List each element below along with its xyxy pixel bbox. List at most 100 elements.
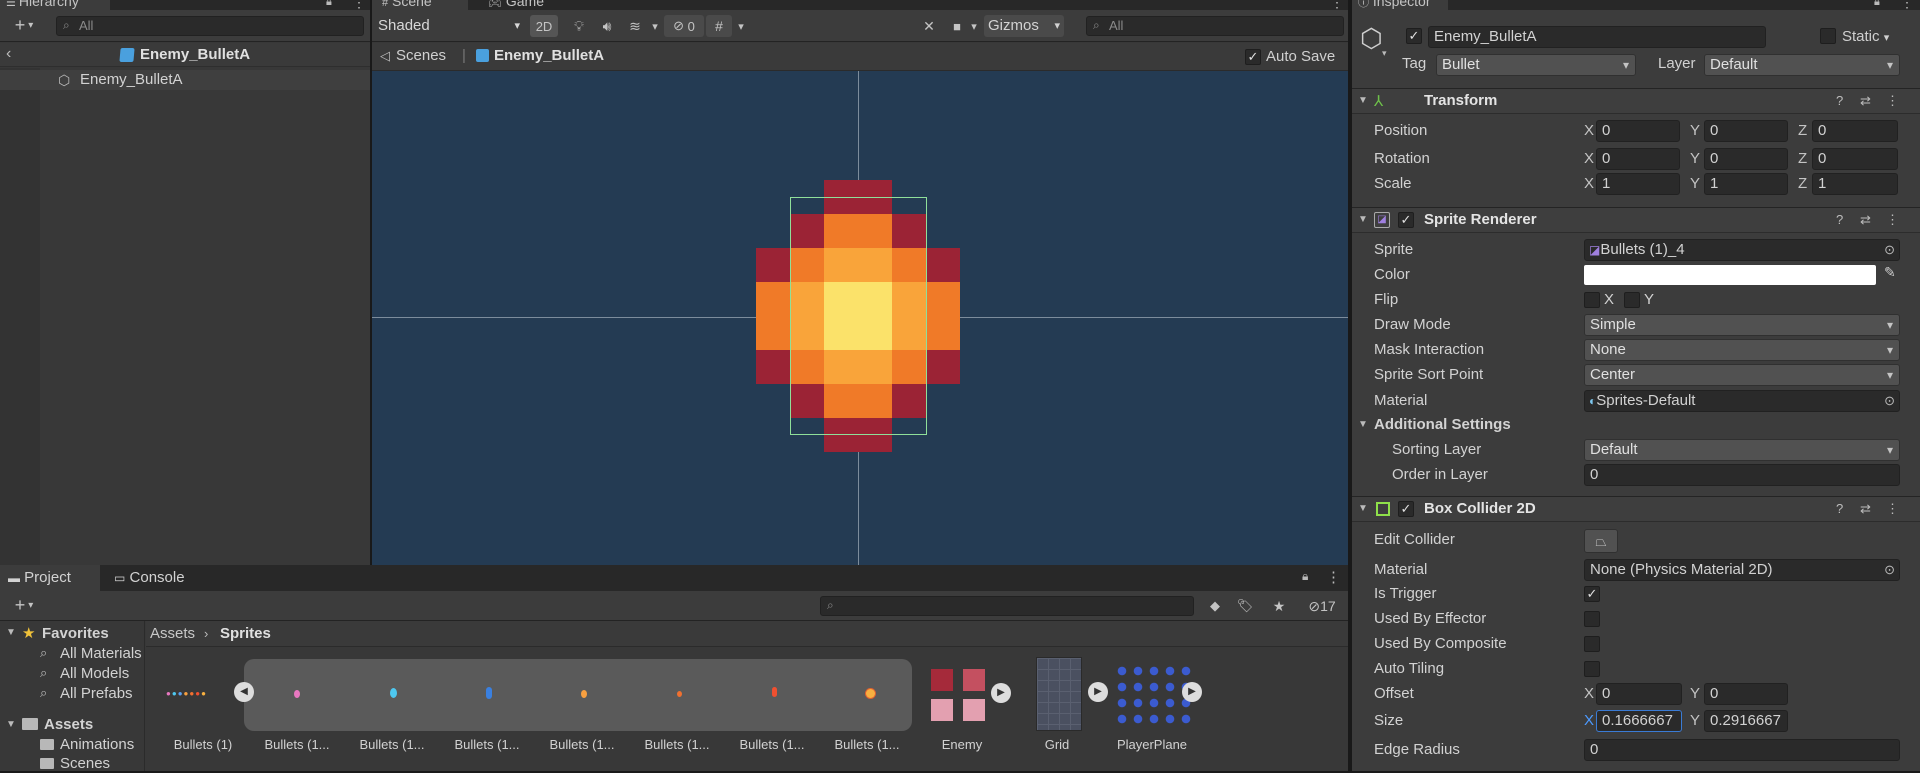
tab-hierarchy[interactable]: ☰ Hierarchy xyxy=(0,0,110,10)
label-icon[interactable]: 🏷︎ xyxy=(1232,595,1258,617)
asset-label[interactable]: Bullets (1... xyxy=(537,737,627,753)
breadcrumb-assets[interactable]: Assets xyxy=(150,625,195,643)
foldout-arrow-icon[interactable]: ▼ xyxy=(1358,503,1368,514)
rotation-z-field[interactable]: 0 xyxy=(1812,148,1898,170)
more-menu-icon[interactable]: ⋮ xyxy=(1900,0,1914,11)
used-by-composite-checkbox[interactable] xyxy=(1584,636,1600,652)
add-button[interactable]: + ▾ xyxy=(6,15,42,35)
preset-icon[interactable]: ⇄ xyxy=(1860,496,1871,522)
grid-snap-icon[interactable]: # xyxy=(706,15,732,37)
chevron-down-icon[interactable]: ▾ xyxy=(968,15,980,37)
x-axis-label[interactable]: X xyxy=(1584,173,1594,195)
asset-thumb-grid[interactable] xyxy=(1036,657,1082,731)
foldout-arrow-icon[interactable]: ▼ xyxy=(1358,419,1368,430)
tab-inspector[interactable]: ⓘ Inspector xyxy=(1352,0,1448,10)
static-dropdown[interactable]: Static ▾ xyxy=(1842,26,1889,48)
y-axis-label[interactable]: Y xyxy=(1690,683,1700,705)
asset-label[interactable]: Bullets (1... xyxy=(442,737,532,753)
z-axis-label[interactable]: Z xyxy=(1798,120,1807,142)
assets-label[interactable]: Assets xyxy=(44,716,93,734)
hidden-packages-toggle[interactable]: ⊘ 17 xyxy=(1300,595,1344,617)
asset-label[interactable]: Bullets (1... xyxy=(727,737,817,753)
more-menu-icon[interactable]: ⋮ xyxy=(1326,568,1341,586)
asset-label[interactable]: Bullets (1... xyxy=(347,737,437,753)
foldout-arrow-icon[interactable]: ▼ xyxy=(1358,214,1368,225)
material-field[interactable]: ◐Sprites-Default ⊙ xyxy=(1584,390,1900,412)
z-axis-label[interactable]: Z xyxy=(1798,148,1807,170)
asset-label[interactable]: Bullets (1) xyxy=(158,737,248,753)
more-menu-icon[interactable]: ⋮ xyxy=(1886,88,1899,114)
star-icon[interactable]: ★ xyxy=(1266,595,1292,617)
sorting-layer-dropdown[interactable]: Default xyxy=(1584,439,1900,461)
layer-dropdown[interactable]: Default xyxy=(1704,54,1900,76)
sprite-renderer-enabled-checkbox[interactable]: ✓ xyxy=(1398,212,1414,228)
lock-icon[interactable]: 🔒︎ xyxy=(1874,0,1880,9)
collapse-arrow-icon[interactable]: ◀ xyxy=(234,682,254,702)
object-picker-icon[interactable]: ⊙ xyxy=(1884,560,1895,580)
z-axis-label[interactable]: Z xyxy=(1798,173,1807,195)
lock-icon[interactable]: 🔒︎ xyxy=(326,0,332,9)
box-collider-enabled-checkbox[interactable]: ✓ xyxy=(1398,501,1414,517)
flip-y-checkbox[interactable] xyxy=(1624,292,1640,308)
offset-x-field[interactable]: 0 xyxy=(1596,683,1682,705)
sprite-thumb[interactable] xyxy=(677,691,682,697)
rotation-x-field[interactable]: 0 xyxy=(1596,148,1680,170)
tab-console[interactable]: ▭ Console xyxy=(106,565,206,591)
scene-viewport[interactable] xyxy=(372,71,1348,565)
asset-thumb-bullets-sheet[interactable]: ●●●●●●● xyxy=(160,665,240,725)
position-x-field[interactable]: 0 xyxy=(1596,120,1680,142)
rotation-y-field[interactable]: 0 xyxy=(1704,148,1788,170)
help-icon[interactable]: ? xyxy=(1836,207,1843,233)
edit-collider-button[interactable]: ⏢ xyxy=(1584,529,1618,553)
x-axis-label[interactable]: X xyxy=(1584,710,1594,732)
color-swatch[interactable] xyxy=(1584,265,1876,285)
shading-mode-dropdown[interactable]: Shaded ▾ xyxy=(376,15,524,37)
assets-folder-item[interactable]: Animations xyxy=(60,736,134,754)
physics-material-field[interactable]: None (Physics Material 2D) ⊙ xyxy=(1584,559,1900,581)
sprite-thumb[interactable] xyxy=(581,690,587,698)
favorite-item[interactable]: All Materials xyxy=(60,645,144,663)
gizmos-dropdown[interactable]: Gizmos ▾ xyxy=(984,15,1064,37)
asset-label[interactable]: Enemy xyxy=(917,737,1007,753)
chevron-down-icon[interactable]: ▾ xyxy=(734,15,748,37)
sprite-thumb[interactable] xyxy=(866,689,875,698)
hierarchy-item[interactable]: Enemy_BulletA xyxy=(80,71,183,89)
help-icon[interactable]: ? xyxy=(1836,496,1843,522)
expand-arrow-icon[interactable]: ▶ xyxy=(991,683,1011,703)
scale-z-field[interactable]: 1 xyxy=(1812,173,1898,195)
expand-arrow-icon[interactable]: ▶ xyxy=(1088,682,1108,702)
active-checkbox[interactable]: ✓ xyxy=(1406,28,1422,44)
object-picker-icon[interactable]: ⊙ xyxy=(1884,391,1895,411)
offset-y-field[interactable]: 0 xyxy=(1704,683,1788,705)
is-trigger-checkbox[interactable]: ✓ xyxy=(1584,586,1600,602)
favorites-label[interactable]: Favorites xyxy=(42,625,109,643)
sprite-sort-point-dropdown[interactable]: Center xyxy=(1584,364,1900,386)
x-axis-label[interactable]: X xyxy=(1584,148,1594,170)
y-axis-label[interactable]: Y xyxy=(1690,120,1700,142)
y-axis-label[interactable]: Y xyxy=(1690,148,1700,170)
tab-project[interactable]: ▬ Project xyxy=(0,565,100,591)
auto-save-checkbox[interactable]: ✓ xyxy=(1245,49,1261,65)
draw-mode-dropdown[interactable]: Simple xyxy=(1584,314,1900,336)
lighting-icon[interactable]: 💡︎ xyxy=(566,15,592,37)
asset-label[interactable]: Bullets (1... xyxy=(632,737,722,753)
tab-scene[interactable]: # Scene xyxy=(372,0,468,10)
camera-icon[interactable]: ■ xyxy=(946,15,968,37)
effects-icon[interactable]: ≋ xyxy=(622,15,648,37)
add-button[interactable]: + ▾ xyxy=(6,595,42,615)
hidden-objects-toggle[interactable]: ⊘ 0 xyxy=(664,15,704,37)
object-picker-icon[interactable]: ⊙ xyxy=(1884,240,1895,260)
preset-icon[interactable]: ⇄ xyxy=(1860,88,1871,114)
more-menu-icon[interactable]: ⋮ xyxy=(1886,207,1899,233)
more-menu-icon[interactable]: ⋮ xyxy=(1886,496,1899,522)
size-x-field[interactable]: 0.1666667 xyxy=(1596,710,1682,732)
asset-label[interactable]: Bullets (1... xyxy=(822,737,912,753)
assets-folder-item[interactable]: Scenes xyxy=(60,755,110,773)
breadcrumb-prefab[interactable]: Enemy_BulletA xyxy=(494,47,604,65)
mask-interaction-dropdown[interactable]: None xyxy=(1584,339,1900,361)
project-search-input[interactable] xyxy=(820,596,1194,616)
filter-type-icon[interactable]: ◆ xyxy=(1202,595,1228,617)
hierarchy-search-input[interactable]: All xyxy=(56,16,364,36)
y-axis-label[interactable]: Y xyxy=(1690,173,1700,195)
favorite-item[interactable]: All Prefabs xyxy=(60,685,133,703)
